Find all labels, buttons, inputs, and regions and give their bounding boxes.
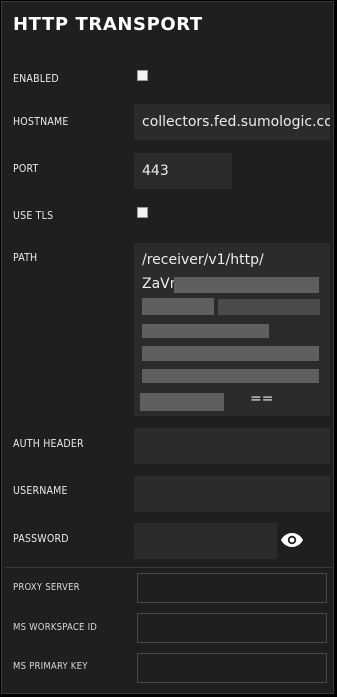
enabled-label: ENABLED xyxy=(13,73,59,85)
auth-header-field[interactable] xyxy=(134,428,330,464)
proxy-server-field[interactable] xyxy=(137,573,327,603)
redaction-bar xyxy=(142,298,214,315)
auth-header-label: AUTH HEADER xyxy=(13,438,84,450)
use-tls-checkbox[interactable] xyxy=(137,207,148,218)
proxy-server-label: PROXY SERVER xyxy=(13,582,80,593)
section-divider xyxy=(5,567,332,568)
redaction-bar xyxy=(142,324,269,338)
username-label: USERNAME xyxy=(13,485,68,497)
use-tls-label: USE TLS xyxy=(13,210,54,222)
password-field[interactable] xyxy=(134,523,277,559)
redaction-bar xyxy=(142,369,319,383)
redaction-bar xyxy=(142,346,319,361)
enabled-checkbox[interactable] xyxy=(137,70,148,81)
password-label: PASSWORD xyxy=(13,533,69,545)
eye-icon[interactable] xyxy=(280,528,304,552)
path-label: PATH xyxy=(13,252,38,264)
port-label: PORT xyxy=(13,163,39,175)
path-line-1: /receiver/v1/http/ xyxy=(142,252,264,268)
ms-workspace-id-field[interactable] xyxy=(137,613,327,643)
ms-workspace-id-label: MS WORKSPACE ID xyxy=(13,622,98,633)
hostname-field[interactable]: collectors.fed.sumologic.com xyxy=(134,104,330,140)
port-field[interactable]: 443 xyxy=(134,153,232,189)
ms-primary-key-label: MS PRIMARY KEY xyxy=(13,661,88,672)
ms-primary-key-field[interactable] xyxy=(137,653,327,683)
redaction-bar xyxy=(140,393,224,411)
hostname-label: HOSTNAME xyxy=(13,116,69,128)
username-field[interactable] xyxy=(134,476,330,512)
redaction-bar xyxy=(218,299,320,315)
path-line-7-suffix: == xyxy=(250,391,274,407)
http-transport-panel: HTTP TRANSPORT ENABLED HOSTNAME collecto… xyxy=(1,1,334,694)
path-field[interactable]: /receiver/v1/http/ ZaVn == xyxy=(134,243,330,416)
redaction-bar xyxy=(174,277,319,293)
panel-title: HTTP TRANSPORT xyxy=(13,14,203,35)
